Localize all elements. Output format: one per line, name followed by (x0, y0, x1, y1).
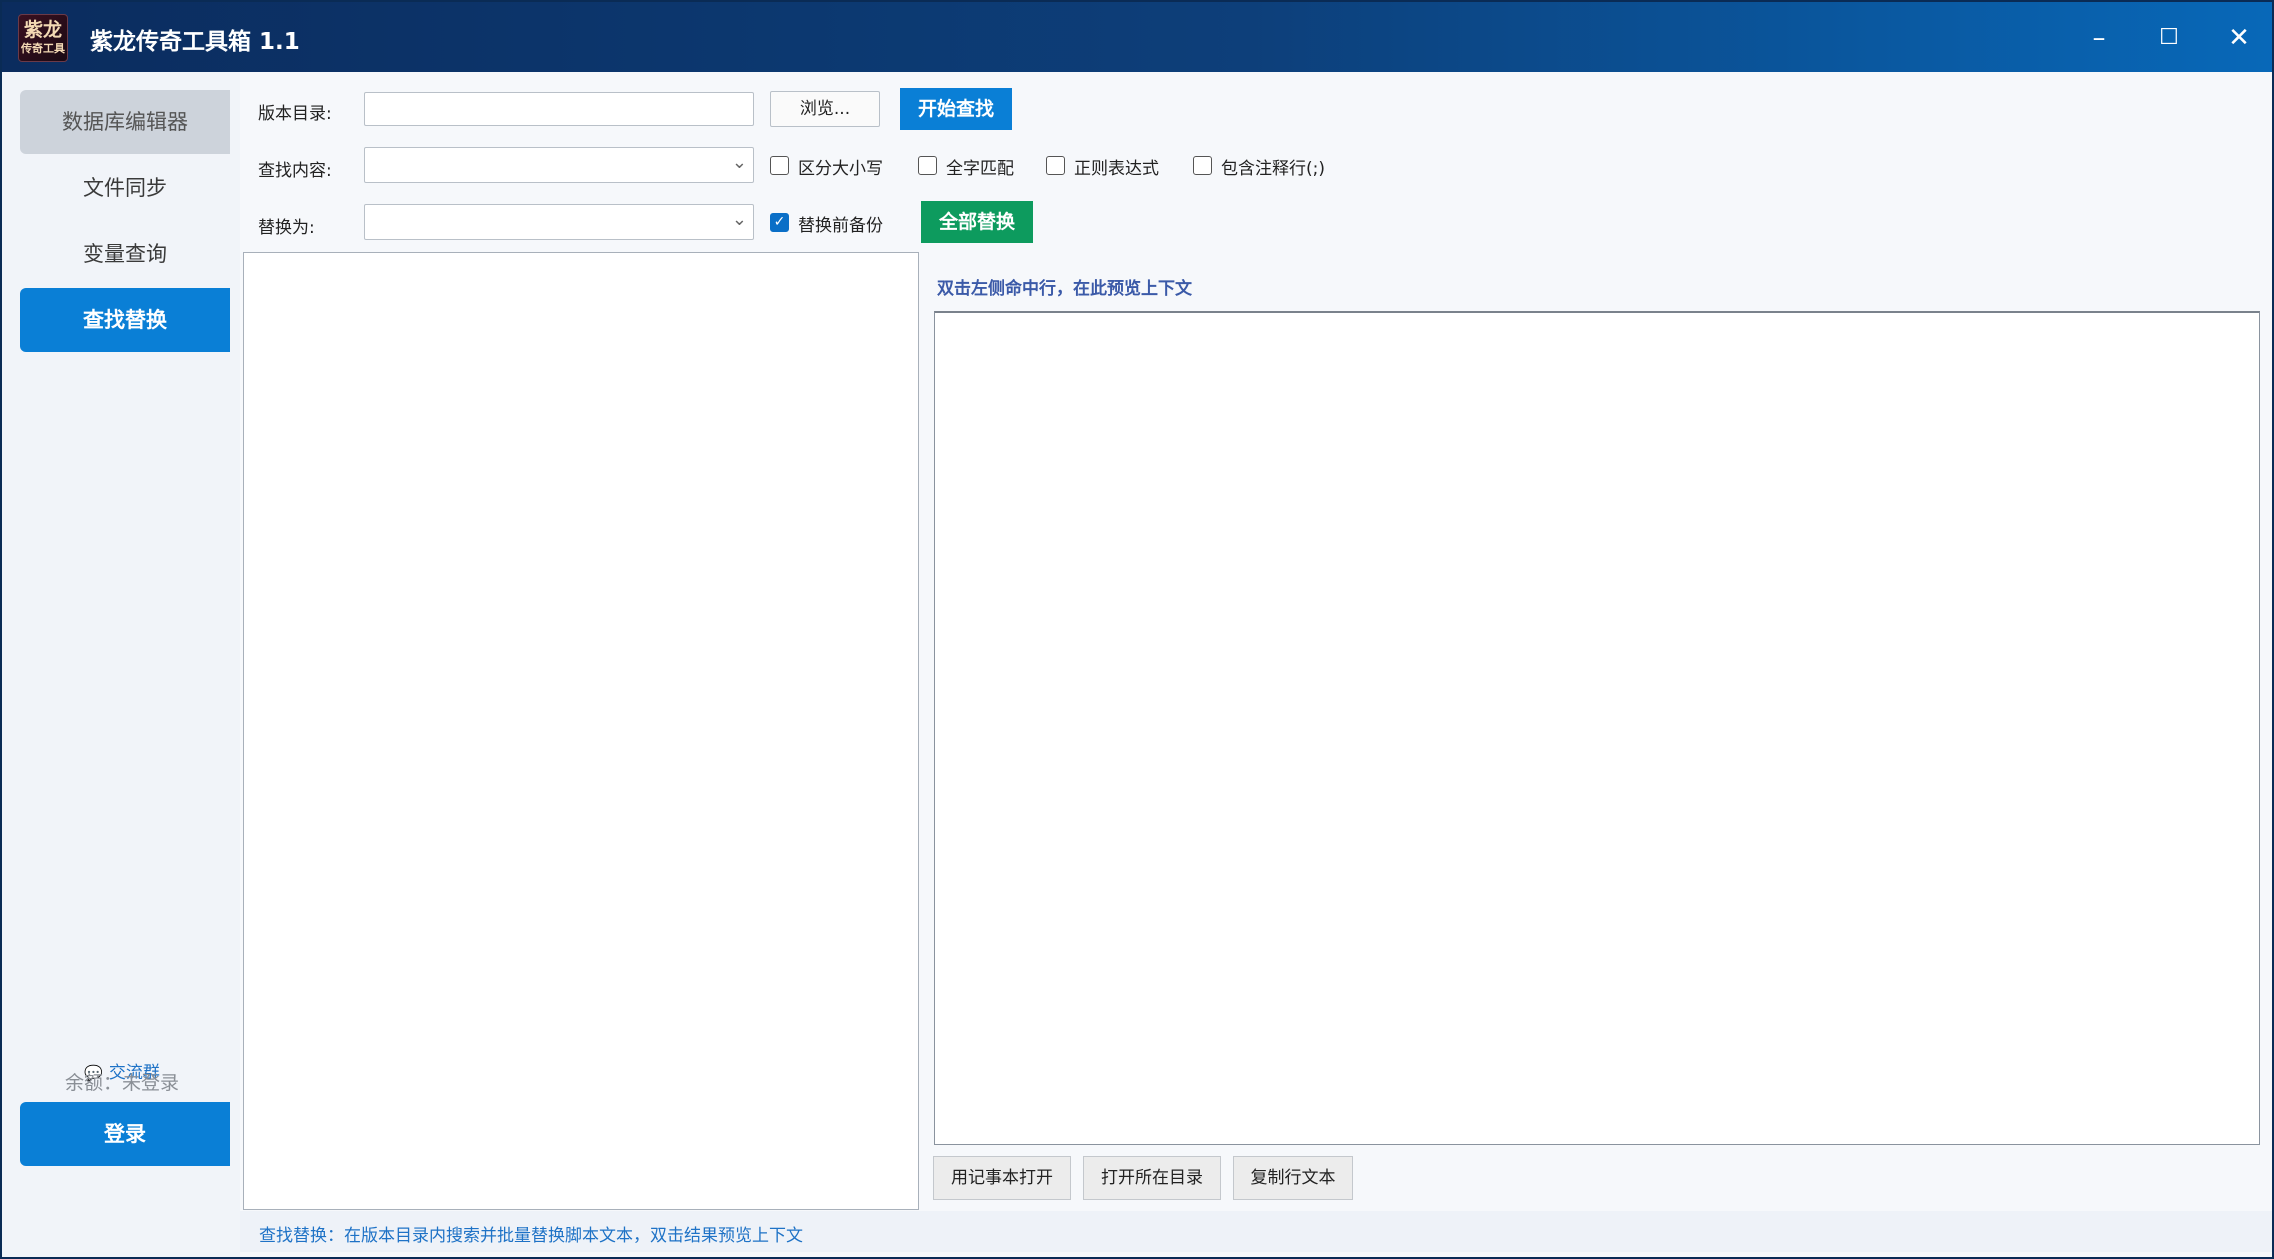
browse-button[interactable]: 浏览... (770, 91, 880, 127)
title-bar: 紫龙 传奇工具 紫龙传奇工具箱 1.1 – ☐ ✕ (0, 0, 2274, 72)
chevron-down-icon: ⌄ (731, 152, 747, 173)
version-dir-input[interactable] (364, 92, 754, 126)
sidebar-item-find-replace[interactable]: 查找替换 (20, 288, 230, 352)
dir-label: 版本目录: (258, 104, 332, 124)
find-label: 查找内容: (258, 161, 332, 181)
replace-with-combo[interactable]: ⌄ (364, 204, 754, 240)
app-logo: 紫龙 传奇工具 (18, 14, 68, 62)
copy-line-text-button[interactable]: 复制行文本 (1233, 1156, 1353, 1200)
checkmark-icon: ✓ (770, 213, 789, 232)
balance-text: 余额：未登录 (64, 1072, 179, 1094)
sidebar-item-database-editor[interactable]: 数据库编辑器 (20, 90, 230, 154)
status-text: 查找替换：在版本目录内搜索并批量替换脚本文本，双击结果预览上下文 (259, 1226, 803, 1246)
logo-text-1: 紫龙 (23, 19, 62, 41)
checkbox-box (770, 156, 789, 175)
status-bar: 查找替换：在版本目录内搜索并批量替换脚本文本，双击结果预览上下文 (240, 1211, 2272, 1252)
maximize-button[interactable]: ☐ (2134, 2, 2204, 74)
checkbox-box (918, 156, 937, 175)
results-list[interactable] (243, 252, 919, 1210)
find-content-combo[interactable]: ⌄ (364, 147, 754, 183)
checkbox-box (1046, 156, 1065, 175)
minimize-button[interactable]: – (2064, 2, 2134, 74)
checkbox-box (1193, 156, 1212, 175)
backup-before-replace-label: 替换前备份 (798, 216, 883, 236)
close-button[interactable]: ✕ (2204, 2, 2274, 74)
main-panel: 版本目录: 浏览... 开始查找 查找内容: ⌄ 区分大小写 全字匹配 正则表达… (240, 72, 2274, 1259)
case-sensitive-label: 区分大小写 (798, 159, 883, 179)
window-title: 紫龙传奇工具箱 1.1 (90, 29, 300, 55)
start-search-button[interactable]: 开始查找 (900, 88, 1012, 130)
minimize-icon: – (2092, 23, 2106, 53)
replace-all-button[interactable]: 全部替换 (921, 201, 1033, 243)
open-with-notepad-button[interactable]: 用记事本打开 (933, 1156, 1071, 1200)
whole-word-label: 全字匹配 (946, 159, 1014, 179)
chevron-down-icon: ⌄ (731, 209, 747, 230)
sidebar: 数据库编辑器 文件同步 变量查询 查找替换 💬交流群 🌐官网 余额：未登录 登录 (0, 72, 240, 1259)
logo-text-2: 传奇工具 (21, 42, 65, 55)
regex-label: 正则表达式 (1074, 159, 1159, 179)
close-icon: ✕ (2228, 23, 2250, 53)
maximize-icon: ☐ (2159, 25, 2179, 50)
include-comments-label: 包含注释行(;) (1221, 159, 1325, 179)
open-folder-button[interactable]: 打开所在目录 (1083, 1156, 1221, 1200)
replace-label: 替换为: (258, 218, 315, 238)
preview-text-area[interactable] (934, 311, 2260, 1145)
sidebar-item-variable-query[interactable]: 变量查询 (20, 222, 230, 286)
preview-hint: 双击左侧命中行，在此预览上下文 (937, 279, 1192, 299)
login-button[interactable]: 登录 (20, 1102, 230, 1166)
sidebar-item-file-sync[interactable]: 文件同步 (20, 156, 230, 220)
